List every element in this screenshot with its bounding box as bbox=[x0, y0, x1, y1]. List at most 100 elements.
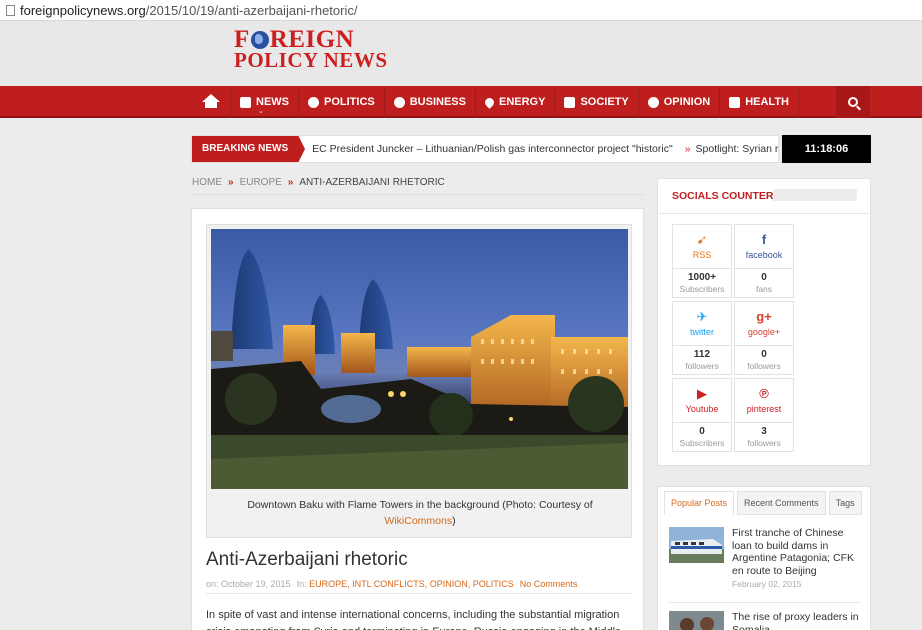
breadcrumb-home[interactable]: HOME bbox=[192, 177, 222, 194]
post-thumbnail[interactable] bbox=[669, 527, 724, 563]
socials-counter-widget: SOCIALS COUNTER ➹ RSS 1000+ Subscribers f… bbox=[657, 178, 871, 466]
nav-society[interactable]: SOCIETY bbox=[555, 86, 639, 118]
article-body: In spite of vast and intense internation… bbox=[206, 609, 621, 630]
social-rss[interactable]: ➹ RSS 1000+ Subscribers bbox=[672, 224, 732, 298]
article-title: Anti-Azerbaijani rhetoric bbox=[206, 549, 408, 570]
nav-home[interactable] bbox=[191, 86, 231, 118]
rss-icon: ➹ bbox=[696, 232, 708, 247]
google-plus-icon: g+ bbox=[756, 309, 772, 324]
tab-popular-posts[interactable]: Popular Posts bbox=[664, 491, 735, 515]
caption-end: ) bbox=[452, 515, 456, 527]
tab-bar: Popular Posts Recent Comments Tags bbox=[664, 491, 862, 515]
nav-label: ENERGY bbox=[498, 96, 546, 108]
social-facebook[interactable]: f facebook 0 fans bbox=[734, 224, 794, 298]
nav-energy[interactable]: ENERGY bbox=[476, 86, 556, 118]
social-unit: followers bbox=[747, 438, 781, 448]
social-count: 3 bbox=[761, 426, 767, 437]
social-count: 0 bbox=[761, 272, 767, 283]
logo-line2: POLICY NEWS bbox=[234, 48, 388, 72]
breadcrumb-separator: » bbox=[228, 177, 234, 188]
social-network: google+ bbox=[747, 327, 781, 337]
social-network: twitter bbox=[689, 327, 714, 337]
divider bbox=[658, 213, 870, 214]
divider bbox=[669, 602, 861, 603]
post-title[interactable]: The rise of proxy leaders in Somalia bbox=[732, 611, 860, 630]
comments-link[interactable]: No Comments bbox=[520, 579, 578, 589]
social-twitter[interactable]: ✈ twitter 112 followers bbox=[672, 301, 732, 375]
twitter-icon: ✈ bbox=[696, 309, 708, 324]
search-button[interactable] bbox=[836, 86, 870, 118]
url-host: foreignpolicynews.org bbox=[20, 2, 146, 18]
article-meta: on: October 19, 2015 In: EUROPE, INTL CO… bbox=[206, 579, 577, 589]
social-google-plus[interactable]: g+ google+ 0 followers bbox=[734, 301, 794, 375]
baku-skyline-image bbox=[211, 249, 628, 489]
address-bar[interactable]: foreignpolicynews.org/2015/10/19/anti-az… bbox=[0, 0, 922, 21]
social-network: facebook bbox=[745, 250, 783, 260]
ticker-item[interactable]: » Spotlight: Syrian rebels mo bbox=[684, 143, 778, 155]
baku-photo[interactable] bbox=[211, 229, 628, 489]
chevron-right-icon: » bbox=[684, 143, 691, 155]
social-unit: followers bbox=[685, 361, 719, 371]
news-ticker: EC President Juncker – Lithuanian/Polish… bbox=[298, 143, 778, 155]
tab-recent-comments[interactable]: Recent Comments bbox=[737, 491, 826, 515]
breadcrumb-current: ANTI-AZERBAIJANI RHETORIC bbox=[299, 177, 445, 188]
post-thumbnail[interactable] bbox=[669, 611, 724, 630]
url-path: /2015/10/19/anti-azerbaijani-rhetoric/ bbox=[145, 2, 358, 18]
social-network: RSS bbox=[692, 250, 712, 260]
site-header: F REIGN POLICY NEWS bbox=[0, 21, 922, 86]
home-icon bbox=[201, 94, 220, 108]
caption-link[interactable]: WikiCommons bbox=[384, 515, 452, 527]
speech-bubble-icon bbox=[647, 96, 659, 108]
posts-tabs-widget: Popular Posts Recent Comments Tags First… bbox=[657, 486, 871, 630]
nav-business[interactable]: BUSINESS bbox=[385, 86, 476, 118]
article-categories[interactable]: EUROPE, INTL CONFLICTS, OPINION, POLITIC… bbox=[309, 579, 514, 589]
social-network: Youtube bbox=[685, 404, 719, 414]
main-nav: NEWS ⌄ POLITICS BUSINESS ENERGY SOCIETY … bbox=[0, 86, 922, 118]
meta-in-label: In: bbox=[296, 579, 307, 589]
article-date: on: October 19, 2015 bbox=[206, 579, 291, 589]
nav-label: OPINION bbox=[663, 96, 711, 108]
nav-opinion[interactable]: OPINION bbox=[639, 86, 721, 118]
nav-label: POLITICS bbox=[324, 96, 375, 108]
tab-tags[interactable]: Tags bbox=[828, 491, 862, 515]
facebook-icon: f bbox=[761, 232, 767, 247]
social-youtube[interactable]: ▶ Youtube 0 Subscribers bbox=[672, 378, 732, 452]
nav-health[interactable]: HEALTH bbox=[720, 86, 799, 118]
pinterest-icon: ℗ bbox=[759, 386, 769, 401]
globe-icon bbox=[250, 31, 269, 49]
leaders-image bbox=[669, 611, 724, 630]
youtube-icon: ▶ bbox=[697, 386, 707, 401]
train-image bbox=[669, 527, 724, 563]
dollar-icon bbox=[393, 96, 405, 108]
social-unit: Subscribers bbox=[679, 438, 725, 448]
article-card: Downtown Baku with Flame Towers in the b… bbox=[191, 208, 644, 630]
medkit-icon bbox=[729, 96, 741, 108]
site-logo[interactable]: F REIGN POLICY NEWS bbox=[234, 27, 388, 72]
post-title[interactable]: First tranche of Chinese loan to build d… bbox=[732, 527, 860, 577]
breadcrumb-section[interactable]: EUROPE bbox=[240, 177, 282, 194]
article-figure: Downtown Baku with Flame Towers in the b… bbox=[206, 224, 632, 538]
socials-counter-title: SOCIALS COUNTER bbox=[672, 190, 774, 202]
social-pinterest[interactable]: ℗ pinterest 3 followers bbox=[734, 378, 794, 452]
nav-news[interactable]: NEWS ⌄ bbox=[231, 86, 299, 118]
social-count: 0 bbox=[761, 349, 767, 360]
ticker-item[interactable]: EC President Juncker – Lithuanian/Polish… bbox=[312, 143, 673, 155]
post-date: February 02, 2015 bbox=[732, 579, 802, 589]
social-unit: fans bbox=[755, 284, 773, 294]
clock: 11:18:06 bbox=[782, 135, 871, 163]
divider bbox=[206, 593, 632, 594]
people-icon bbox=[564, 96, 576, 108]
breaking-news-bar: BREAKING NEWS EC President Juncker – Lit… bbox=[191, 135, 779, 163]
ticker-text: EC President Juncker – Lithuanian/Polish… bbox=[312, 143, 673, 155]
nav-politics[interactable]: POLITICS bbox=[299, 86, 385, 118]
nav-label: SOCIETY bbox=[580, 96, 629, 108]
search-icon bbox=[848, 97, 858, 107]
social-network: pinterest bbox=[746, 404, 782, 414]
page-icon bbox=[6, 4, 15, 16]
flame-icon bbox=[483, 95, 496, 109]
social-unit: Subscribers bbox=[679, 284, 725, 294]
globe-icon bbox=[308, 96, 319, 108]
caption-text: Downtown Baku with Flame Towers in the b… bbox=[247, 499, 593, 511]
social-unit: followers bbox=[747, 361, 781, 371]
image-caption: Downtown Baku with Flame Towers in the b… bbox=[217, 497, 623, 529]
